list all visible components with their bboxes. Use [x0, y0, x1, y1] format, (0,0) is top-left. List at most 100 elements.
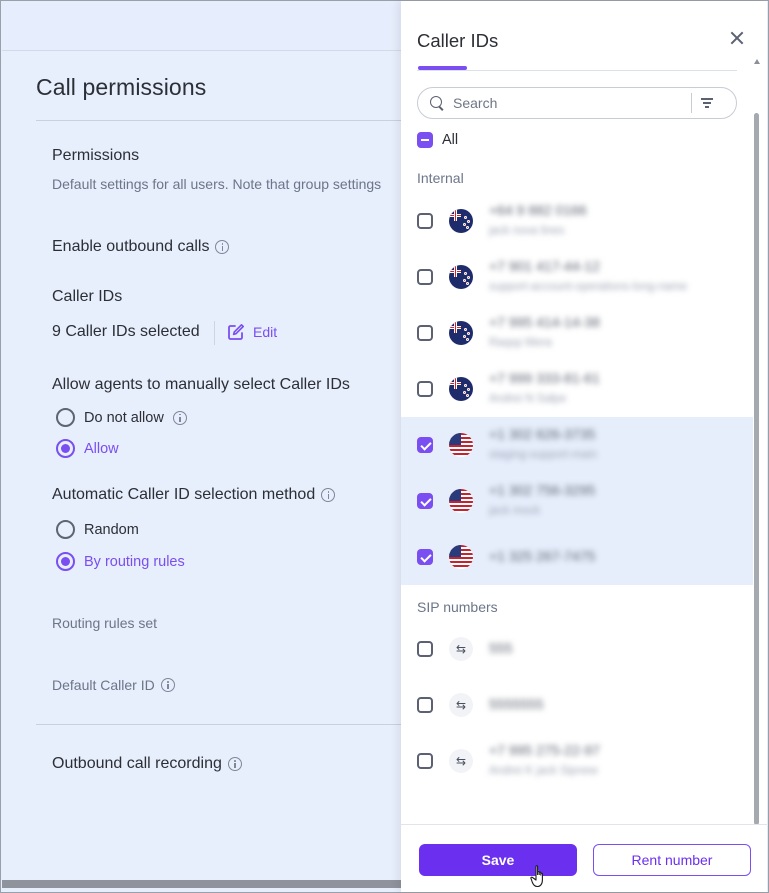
routing-rules-set-label: Routing rules set [52, 615, 158, 631]
radio-label: Do not allow [84, 409, 164, 426]
panel-footer: Save Rent number [401, 824, 767, 892]
flag-canton [449, 489, 461, 501]
us-flag-icon [449, 545, 473, 569]
caller-id-row[interactable]: +1 302 756-3295 jack mock [401, 473, 753, 529]
caller-id-number: 555 [489, 640, 513, 656]
caller-id-name: Andrei N Salpe [489, 393, 567, 405]
flag-canton [449, 433, 461, 445]
select-all-row[interactable]: All [417, 132, 458, 148]
enable-outbound-label: Enable outbound calls [52, 238, 210, 255]
group-label-internal: Internal [417, 170, 464, 186]
rent-number-button[interactable]: Rent number [593, 844, 751, 876]
page-topbar [2, 1, 402, 51]
caller-id-checkbox[interactable] [417, 437, 433, 453]
caller-id-row[interactable]: ⇆ 555 [401, 621, 753, 677]
radio-button[interactable] [56, 408, 75, 427]
caller-id-row[interactable]: +1 325 267-7475 [401, 529, 753, 585]
flag-star [464, 328, 467, 331]
info-icon[interactable] [321, 488, 336, 502]
caller-id-number: +7 995 275-22-97 [489, 742, 600, 758]
caller-id-checkbox[interactable] [417, 753, 433, 769]
caller-id-row[interactable]: +7 901 417-44-12 support-account-operatio… [401, 249, 753, 305]
divider [36, 120, 402, 121]
flag-star [464, 272, 467, 275]
sip-icon: ⇆ [449, 637, 473, 661]
auto-method-label: Automatic Caller ID selection method [52, 486, 316, 503]
vertical-scrollbar[interactable] [754, 113, 759, 825]
edit-caller-ids-button[interactable]: Edit [227, 323, 277, 341]
separator [214, 321, 215, 345]
caller-id-row[interactable]: +1 302 626-3735 staging-support-main [401, 417, 753, 473]
radio-button[interactable] [56, 439, 75, 458]
tab-underline [417, 70, 737, 71]
search-box [417, 87, 737, 119]
caller-id-row[interactable]: ⇆ 5555555 [401, 677, 753, 733]
caller-id-number: +1 302 626-3735 [489, 426, 596, 442]
flag-star [466, 226, 469, 229]
caller-id-number: +64 9 882 0166 [489, 202, 587, 218]
radio-button[interactable] [56, 552, 75, 571]
caller-id-checkbox[interactable] [417, 641, 433, 657]
radio-allow[interactable]: Allow [56, 439, 119, 458]
hand-cursor-icon [530, 865, 543, 888]
caller-id-name: jack nova lines [489, 225, 565, 237]
flag-star [466, 338, 469, 341]
caller-id-checkbox[interactable] [417, 213, 433, 229]
save-button[interactable]: Save [419, 844, 577, 876]
search-input[interactable] [451, 94, 691, 112]
radio-do-not-allow[interactable]: Do not allow [56, 408, 187, 427]
caller-id-checkbox[interactable] [417, 269, 433, 285]
horizontal-scrollbar[interactable] [2, 880, 402, 888]
caller-id-number: +1 302 756-3295 [489, 482, 596, 498]
caller-id-name: Andrei K jack Sipnew [489, 765, 598, 777]
scroll-up-arrow-icon[interactable] [754, 59, 760, 64]
caller-ids-selected-count: 9 Caller IDs selected [52, 323, 200, 340]
radio-button[interactable] [56, 520, 75, 539]
info-icon[interactable] [215, 240, 230, 254]
info-icon[interactable] [172, 410, 187, 425]
caller-id-row[interactable]: +7 995 414-14-38 Raqsp Mera [401, 305, 753, 361]
tab-active-indicator [418, 66, 467, 70]
caller-id-name: staging-support-main [489, 449, 598, 461]
panel-title: Caller IDs [417, 30, 499, 51]
caller-id-row[interactable]: +64 9 882 0166 jack nova lines [401, 193, 753, 249]
nz-flag-icon [449, 209, 473, 233]
flag-star [467, 332, 470, 335]
caller-ids-label: Caller IDs [52, 288, 123, 305]
nz-flag-icon [449, 265, 473, 289]
search-icon [430, 96, 444, 110]
edit-label: Edit [253, 324, 278, 340]
caller-id-number: +7 999 333-81-61 [489, 370, 600, 386]
radio-random[interactable]: Random [56, 520, 139, 539]
radio-label: Random [84, 521, 139, 538]
nz-flag-icon [449, 321, 473, 345]
caller-id-number: 5555555 [489, 696, 544, 712]
radio-by-routing-rules[interactable]: By routing rules [56, 552, 185, 571]
caller-id-number: +7 901 417-44-12 [489, 258, 600, 274]
caller-id-checkbox[interactable] [417, 381, 433, 397]
caller-id-row[interactable]: +7 999 333-81-61 Andrei N Salpe [401, 361, 753, 417]
flag-canton [449, 545, 461, 557]
caller-id-name: support-account-operations-long-name [489, 281, 688, 293]
flag-star [466, 394, 469, 397]
caller-id-row[interactable]: ⇆ +7 995 275-22-97 Andrei K jack Sipnew [401, 733, 753, 789]
allow-manual-select-label: Allow agents to manually select Caller I… [52, 376, 350, 393]
auto-method-row: Automatic Caller ID selection method [52, 486, 336, 504]
sip-icon: ⇆ [449, 693, 473, 717]
radio-label: By routing rules [84, 553, 185, 570]
divider [36, 724, 402, 725]
caller-id-checkbox[interactable] [417, 325, 433, 341]
flag-star [466, 282, 469, 285]
nz-flag-icon [449, 377, 473, 401]
us-flag-icon [449, 433, 473, 457]
close-icon[interactable] [730, 31, 744, 45]
select-all-checkbox[interactable] [417, 132, 433, 148]
filter-icon[interactable] [692, 88, 722, 118]
caller-id-checkbox[interactable] [417, 549, 433, 565]
info-icon[interactable] [227, 757, 242, 771]
caller-id-name: jack mock [489, 505, 541, 517]
sip-icon: ⇆ [449, 749, 473, 773]
caller-id-checkbox[interactable] [417, 697, 433, 713]
caller-id-checkbox[interactable] [417, 493, 433, 509]
info-icon[interactable] [160, 678, 175, 692]
